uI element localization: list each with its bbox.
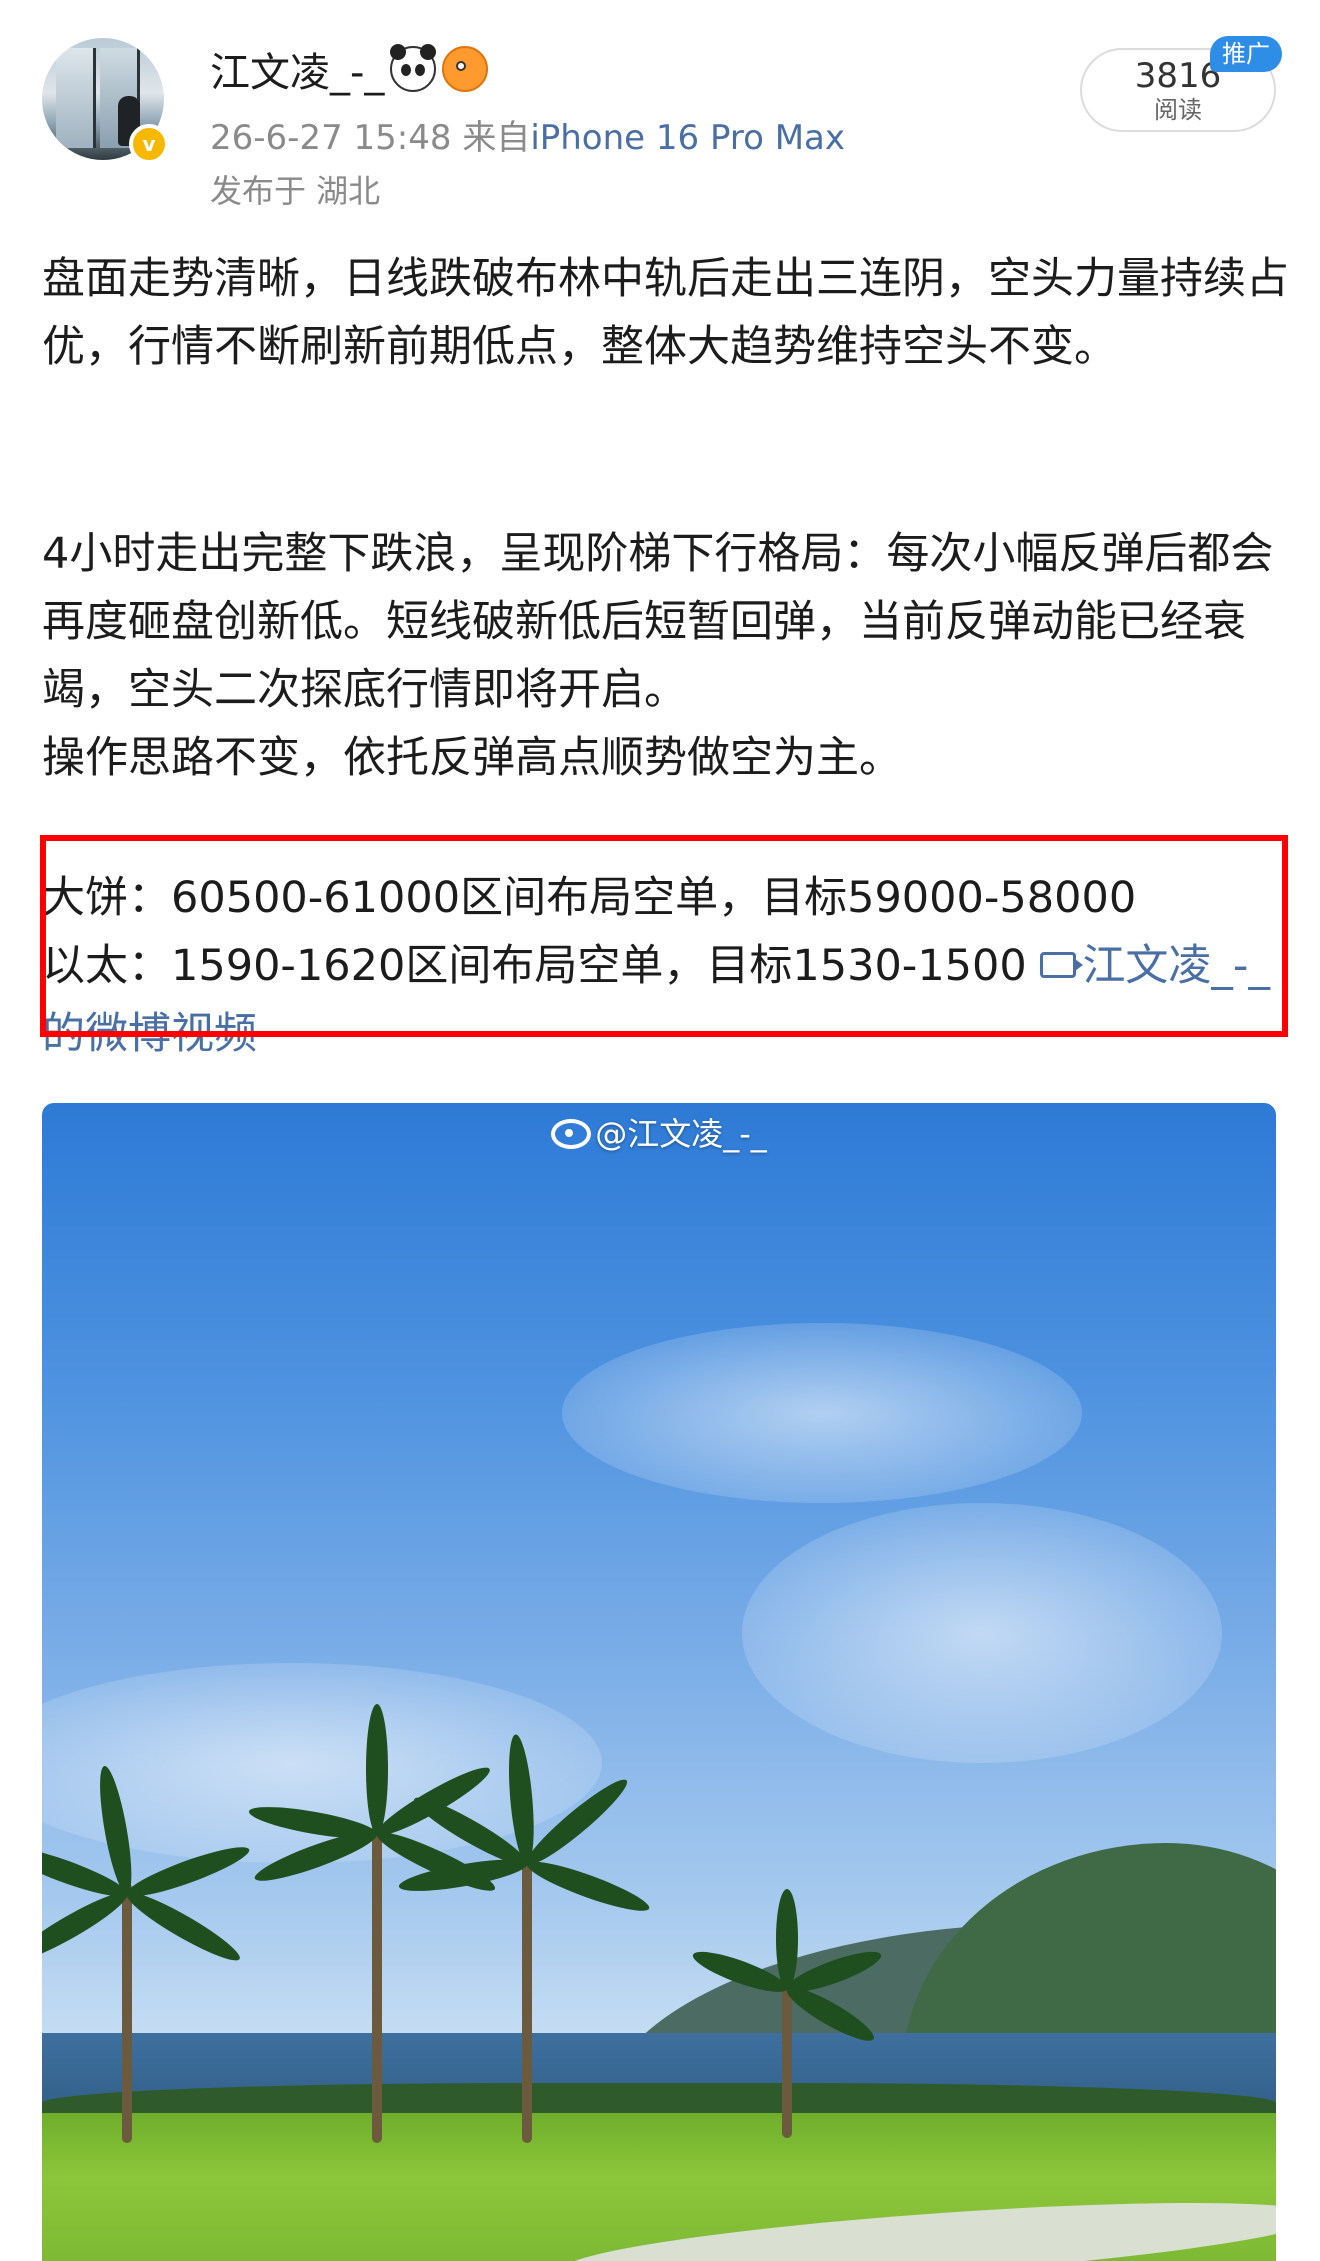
video-thumbnail[interactable]: @江文凌_-_ [42,1103,1276,2261]
read-label: 阅读 [1154,96,1202,124]
video-watermark: @江文凌_-_ [42,1109,1276,1155]
author-name-row[interactable]: 江文凌_-_ [210,40,489,98]
post-meta: 26-6-27 15:48 来自iPhone 16 Pro Max [210,110,845,159]
promo-tag[interactable]: 推广 [1210,36,1282,72]
verified-mark: v [142,132,156,156]
trade-line-eth: 以太：1590-1620区间布局空单，目标1530-1500 江文凌_-_的微博… [42,932,1292,1068]
weibo-logo-icon [551,1119,592,1149]
post-paragraph-2-body: 4小时走出完整下跌浪，呈现阶梯下行格局：每次小幅反弹后都会再度砸盘创新低。短线破… [42,529,1274,715]
post-location: 发布于 湖北 [210,172,381,210]
cloud [742,1503,1222,1763]
trade-plan: 大饼：60500-61000区间布局空单，目标59000-58000 以太：15… [42,864,1292,1068]
trade-line-btc: 大饼：60500-61000区间布局空单，目标59000-58000 [42,873,1137,923]
weibo-post: v 江文凌_-_ 26-6-27 15:48 来自iPhone 16 Pro M… [0,0,1320,2261]
fish-emoji-icon [442,46,489,92]
post-paragraph-2: 4小时走出完整下跌浪，呈现阶梯下行格局：每次小幅反弹后都会再度砸盘创新低。短线破… [42,520,1292,792]
cloud [562,1323,1082,1503]
trade-line-eth-text: 以太：1590-1620区间布局空单，目标1530-1500 [42,941,1027,991]
author-name[interactable]: 江文凌_-_ [210,40,384,98]
video-link-icon [1040,952,1084,978]
post-paragraph-1: 盘面走势清晰，日线跌破布林中轨后走出三连阴，空头力量持续占优，行情不断刷新前期低… [42,254,1289,372]
post-timestamp: 26-6-27 15:48 [210,118,452,158]
watermark-text: @江文凌_-_ [595,1115,767,1153]
source-prefix: 来自 [462,118,531,158]
verified-badge-icon: v [129,124,169,164]
post-paragraph-3: 操作思路不变，依托反弹高点顺势做空为主。 [42,733,902,783]
panda-emoji-icon [390,44,437,92]
avatar-window-left [56,48,96,148]
device-link[interactable]: iPhone 16 Pro Max [530,118,845,158]
